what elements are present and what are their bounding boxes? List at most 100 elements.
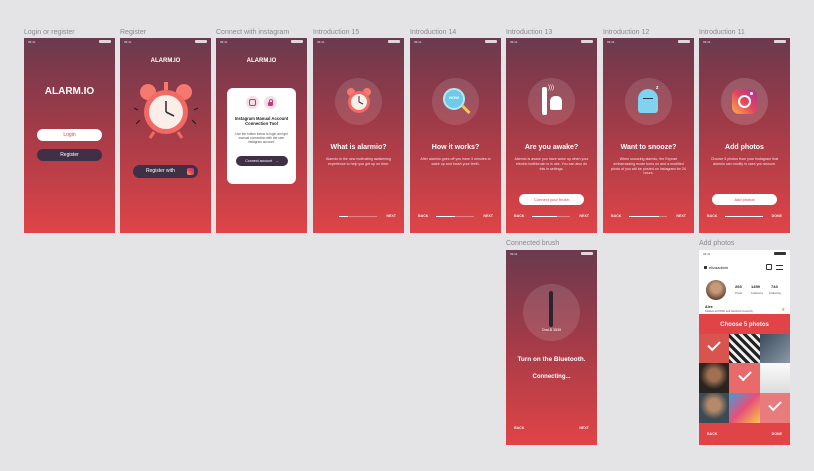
lock-icon [264,96,277,109]
next-button[interactable]: NEXT [386,214,396,218]
intro-nav: BACK NEXT [418,214,493,219]
status-time: 09:41 [414,40,422,44]
check-icon [768,397,782,412]
profile-bio: Student at PWSK and Stanford University [705,310,753,313]
connect-account-button[interactable]: Connect account → [236,156,288,166]
status-icons [581,40,593,43]
instagram-icon [187,168,194,175]
app-logo: ALARM.IO [44,86,95,97]
status-time: 09:41 [124,40,132,44]
card-title: Instagram Manual Account Connection Tool [234,116,289,127]
photo-8[interactable] [729,393,760,423]
device-name: Oral-B 3535 [541,328,562,332]
register-with-instagram-button[interactable]: Register with [133,165,198,178]
alarm-clock-icon [134,80,198,146]
photo-7[interactable] [699,393,729,423]
alarm-clock-icon [347,88,371,113]
illustration-circle: ))) [528,78,575,125]
now-badge: NOW [449,95,459,100]
status-icons [581,252,593,255]
next-button[interactable]: NEXT [483,214,493,218]
register-button[interactable]: Register [37,149,102,161]
login-button[interactable]: Login [37,129,102,141]
screen-intro14: 09:41 NOW How it works? After alarmio go… [410,38,501,233]
progress-fill [629,216,659,217]
ghost-icon [638,89,658,113]
screen-register: 09:41 ALARM.IO Register with [120,38,211,233]
star-icon: ★ [781,307,786,313]
instagram-icon [732,89,757,114]
card-description: Use the button below to login and get ma… [235,132,288,145]
next-button[interactable]: NEXT [676,214,686,218]
intro-title: Are you awake? [524,144,579,151]
connect-card: Instagram Manual Account Connection Tool… [227,88,296,184]
photo-1[interactable] [699,334,729,363]
photo-5[interactable] [729,363,760,393]
frame-title-intro14: Introduction 14 [410,29,457,36]
menu-icon[interactable] [776,265,783,270]
intro-nav: BACK NEXT [611,214,686,219]
screen-intro11: 09:41 Add photos Choose 5 photos from yo… [699,38,790,233]
magnifier-handle [461,104,471,115]
following-count: 743 [771,284,778,289]
status-icons [678,40,690,43]
intro-description: Choose 5 photos from your Instagram that… [710,157,779,166]
photo-4[interactable] [699,363,729,393]
intro-description: When snoozing alarmio, the Expose embarr… [611,157,686,176]
followers-count: 1459 [751,284,760,289]
progress-fill [339,216,348,217]
next-button[interactable]: NEXT [579,426,589,430]
add-photos-button[interactable]: Add photos [712,194,777,205]
status-icons [195,40,207,43]
back-button[interactable]: BACK [707,432,717,436]
app-logo: ALARM.IO [150,58,181,64]
frame-title-login: Login or register [24,29,75,36]
connect-brush-button[interactable]: Connect your brush [519,194,584,205]
connect-account-label: Connect account [245,159,273,163]
done-button[interactable]: DONE [772,432,782,436]
posts-label: Posts [735,291,742,295]
photo-6[interactable] [760,363,790,393]
photo-9[interactable] [760,393,790,423]
check-icon [738,367,752,382]
back-button[interactable]: BACK [514,426,524,430]
frame-title-brush: Connected brush [506,240,560,247]
illustration-circle: Oral-B 3535 [523,284,580,341]
sleep-z-icon: z [656,85,659,91]
back-button[interactable]: BACK [514,214,524,218]
status-time: 09:41 [703,252,711,256]
intro-description: After alarmio goes off you have 3 minute… [420,157,491,166]
intro-title: Add photos [725,144,764,151]
back-button[interactable]: BACK [418,214,428,218]
done-button[interactable]: DONE [772,214,782,218]
illustration-circle [335,78,382,125]
photos-nav: BACK DONE [707,432,782,437]
posts-count: 265 [735,284,742,289]
status-icons [774,40,786,43]
progress-fill [436,216,455,217]
instagram-icon [246,96,259,109]
frame-title-intro13: Introduction 13 [506,29,553,36]
photo-grid [699,332,790,424]
status-time: 09:41 [703,40,711,44]
screen-add-photos: 09:41 elizaadmin 265 Posts 1459 Follower… [699,250,790,445]
intro-title: What is alarmio? [330,144,387,151]
photo-2[interactable] [729,334,760,363]
status-icons [388,40,400,43]
next-button[interactable]: NEXT [579,214,589,218]
intro-title: How it works? [431,144,480,151]
status-icons [774,252,786,255]
add-icon[interactable] [766,264,772,270]
photo-3[interactable] [760,334,790,363]
following-label: Following [769,291,781,295]
back-button[interactable]: BACK [611,214,621,218]
tooth-icon [550,96,562,110]
screen-intro12: 09:41 z Want to snooze? When snoozing al… [603,38,694,233]
profile-name: Alex [705,305,713,309]
screen-intro13: 09:41 ))) Are you awake? Alarmio is awar… [506,38,597,233]
connecting-status: Connecting... [532,374,571,380]
back-button[interactable]: BACK [707,214,717,218]
arrow-right-icon: → [275,159,279,163]
lock-icon [704,266,707,269]
check-icon [707,337,721,352]
